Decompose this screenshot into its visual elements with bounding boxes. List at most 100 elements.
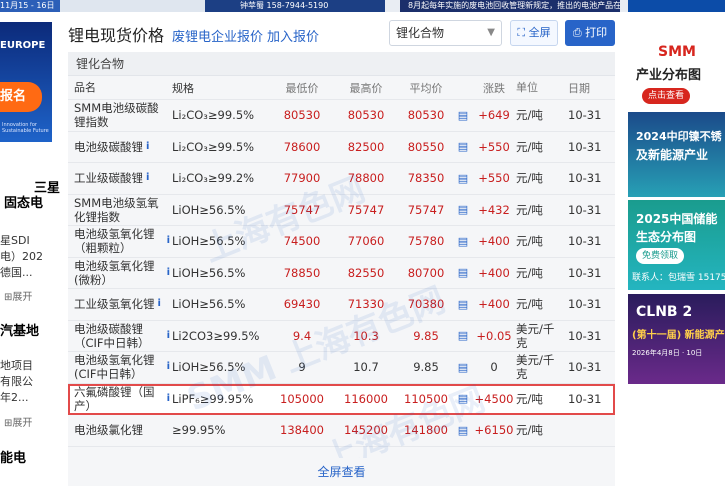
top-banner-left[interactable]: 11月15 - 16日 — [0, 0, 60, 12]
row-change: +400 — [478, 234, 510, 249]
chart-icon[interactable]: ▤ — [456, 415, 470, 446]
left-expand-2[interactable]: ⊞展开 — [4, 414, 32, 429]
chart-icon[interactable]: ▤ — [456, 163, 470, 194]
join-quote-link[interactable]: 加入报价 — [267, 26, 319, 45]
info-icon[interactable]: i — [146, 171, 149, 185]
row-min-price: 75747 — [283, 202, 321, 217]
table-row[interactable]: 电池级氢氧化锂(CIF中日韩） i LiOH≥56.5% 9 10.7 9.85 0 美元/千… — [68, 352, 615, 384]
table-row[interactable]: SMM电池级碳酸锂指数 Li₂CO₃≥99.5% 80530 80530 80530 +6… — [68, 100, 615, 132]
chart-icon[interactable]: ▤ — [456, 258, 470, 289]
left-news-title-3[interactable]: 能电 — [0, 447, 26, 466]
top-banner-far-right[interactable] — [628, 0, 725, 12]
row-name: 电池级碳酸锂 i — [74, 139, 150, 154]
top-banner-mid[interactable]: 钟苹蜀 158-7944-5190 — [205, 0, 385, 12]
scrap-battery-quote-link[interactable]: 废锂电企业报价 — [172, 26, 263, 45]
left-news-title-1b[interactable]: 固态电 — [4, 192, 43, 211]
row-avg-price: 9.85 — [413, 328, 439, 343]
row-date: 10-31 — [568, 265, 602, 280]
row-unit: 元/吨 — [516, 202, 543, 217]
smm-logo: SMM — [658, 44, 696, 60]
row-name: 工业级碳酸锂 i — [74, 171, 150, 186]
row-name: 电池级氢氧化锂（粗颗粒） i — [74, 227, 170, 256]
info-icon[interactable]: i — [167, 392, 170, 406]
table-row[interactable]: 电池级碳酸锂 i Li₂CO₃≥99.5% 78600 82500 80550 +550 元/… — [68, 132, 615, 163]
row-change: +550 — [478, 171, 510, 186]
right-ad-clnb[interactable]: CLNB 2 (第十一届) 新能源产 2026年4月8日 · 10日 — [628, 294, 725, 384]
row-spec: LiOH≥56.5% — [172, 234, 246, 249]
row-change: +400 — [478, 265, 510, 280]
row-min-price: 80530 — [283, 108, 321, 123]
chart-icon[interactable]: ▤ — [456, 384, 470, 415]
table-row[interactable]: SMM电池级氢氧化锂指数 LiOH≥56.5% 75747 75747 75747 +43… — [68, 195, 615, 226]
view-all-link[interactable]: 全屏查看 — [68, 458, 615, 486]
right-ad1-button[interactable]: 点击查看 — [642, 88, 691, 104]
left-ad-caption: Innovation for Sustainable Future — [2, 122, 49, 134]
table-row[interactable]: 工业级氢氧化锂 i LiOH≥56.5% 69430 71330 70380 +400 元/吨… — [68, 289, 615, 321]
row-change: +649 — [478, 108, 510, 123]
table-row[interactable]: 电池级氯化锂 ≥99.95% 138400 145200 141800 +6150 元/吨 ▤ — [68, 415, 615, 447]
left-news-text-2a: 地项目 — [0, 359, 33, 372]
chart-icon[interactable]: ▤ — [456, 132, 470, 163]
page-title: 锂电现货价格 — [68, 26, 165, 45]
category-select[interactable]: 锂化合物 ▼ — [389, 20, 502, 46]
left-event-ad[interactable]: EUROPE 报名 Innovation for Sustainable Fut… — [0, 22, 52, 142]
right-ad-storage[interactable]: 2025中国储能 生态分布图 免费领取 联系人：包瑞雪 15175 — [628, 200, 725, 290]
left-sidebar: EUROPE 报名 Innovation for Sustainable Fut… — [0, 12, 60, 500]
info-icon[interactable]: i — [146, 140, 149, 154]
row-unit: 美元/千克 — [516, 353, 555, 382]
row-date: 10-31 — [568, 139, 602, 154]
row-max-price: 71330 — [347, 297, 385, 312]
print-button[interactable]: ⎙ 打印 — [565, 20, 615, 46]
row-unit: 元/吨 — [516, 108, 543, 123]
row-spec: Li₂CO₃≥99.2% — [172, 171, 255, 186]
row-max-price: 75747 — [347, 202, 385, 217]
row-spec: LiOH≥56.5% — [172, 202, 246, 217]
table-row[interactable]: 工业级碳酸锂 i Li₂CO₃≥99.2% 77900 78800 78350 +550 元/… — [68, 163, 615, 195]
col-header-change: 涨跌 — [483, 81, 505, 95]
chevron-down-icon: ▼ — [487, 27, 495, 38]
table-row[interactable]: 电池级氢氧化锂（粗颗粒） i LiOH≥56.5% 74500 77060 75780 +4… — [68, 226, 615, 258]
row-date — [568, 415, 608, 446]
row-min-price: 78850 — [283, 265, 321, 280]
row-spec: LiOH≥56.5% — [172, 265, 246, 280]
right-ad3-button[interactable]: 免费领取 — [636, 248, 685, 264]
chart-icon[interactable]: ▤ — [456, 100, 470, 131]
info-icon[interactable]: i — [167, 234, 170, 248]
chart-icon[interactable]: ▤ — [456, 289, 470, 320]
row-avg-price: 75780 — [407, 234, 445, 249]
top-banner-gap — [60, 0, 205, 12]
row-change: 0 — [490, 360, 498, 375]
right-ad2-title-b: 及新能源产业 — [636, 148, 709, 162]
chart-icon[interactable]: ▤ — [456, 195, 470, 226]
top-banner-strip[interactable]: 11月15 - 16日 钟苹蜀 158-7944-5190 8月起每年实施的废电… — [0, 0, 725, 12]
row-name: 电池级氢氧化锂(CIF中日韩） i — [74, 353, 170, 382]
table-row[interactable]: 电池级氢氧化锂(微粉） i LiOH≥56.5% 78850 82550 80700 +40… — [68, 258, 615, 289]
row-min-price: 9.4 — [292, 328, 312, 343]
table-row[interactable]: 六氟磷酸锂（国产） i LiPF₆≥99.95% 105000 116000 110500… — [68, 383, 615, 415]
price-table: 锂化合物 品名 规格 最低价 最高价 平均价 涨跌 单位 日期 SMM电池级碳酸… — [68, 52, 615, 486]
left-news-title-2[interactable]: 汽基地 — [0, 320, 39, 339]
info-icon[interactable]: i — [167, 360, 170, 374]
right-ad2-title-a: 2024中印镍不锈 — [636, 130, 722, 143]
row-date: 10-31 — [568, 360, 602, 375]
left-expand-1[interactable]: ⊞展开 — [4, 288, 32, 303]
top-banner-right[interactable]: 8月起每年实施的废电池回收管理新规定，推出的电池产品在新能源车... — [400, 0, 620, 12]
left-ad-line1: EUROPE — [0, 40, 46, 51]
left-ad-register[interactable]: 报名 — [0, 82, 42, 112]
chart-icon[interactable]: ▤ — [456, 226, 470, 257]
row-unit: 元/吨 — [516, 265, 543, 280]
right-ad-map[interactable]: SMM 产业分布图 点击查看 — [628, 20, 725, 108]
chart-icon[interactable]: ▤ — [456, 321, 470, 352]
row-max-price: 116000 — [344, 391, 388, 406]
info-icon[interactable]: i — [158, 297, 161, 311]
fullscreen-button[interactable]: ⛶ 全屏 — [510, 20, 558, 46]
row-max-price: 82500 — [347, 139, 385, 154]
row-avg-price: 9.85 — [413, 360, 439, 375]
row-spec: Li₂CO₃≥99.5% — [172, 108, 255, 123]
info-icon[interactable]: i — [167, 329, 170, 343]
right-ad-conference[interactable]: 2024中印镍不锈 及新能源产业 — [628, 112, 725, 197]
table-row[interactable]: 电池级碳酸锂（CIF中日韩） i Li2CO3≥99.5% 9.4 10.3 9.85 +0… — [68, 321, 615, 352]
row-max-price: 10.3 — [353, 328, 379, 343]
info-icon[interactable]: i — [167, 266, 170, 280]
chart-icon[interactable]: ▤ — [456, 352, 470, 383]
